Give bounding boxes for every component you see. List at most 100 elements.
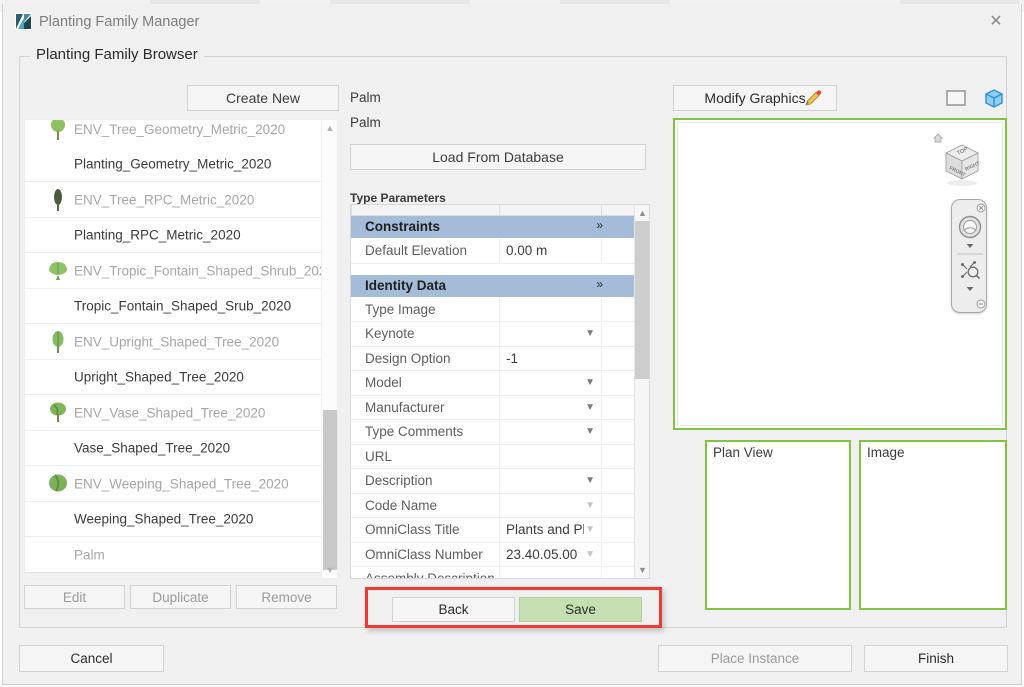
parameter-row[interactable]: Assembly Description <box>351 567 635 579</box>
parameter-end-cell <box>601 322 635 346</box>
parameter-value-cell[interactable] <box>499 298 601 322</box>
parameter-grid-scrollbar[interactable]: ▲ ▼ <box>634 205 649 578</box>
duplicate-button[interactable]: Duplicate <box>130 585 231 609</box>
viewcube-icon[interactable]: TOP FRONT RIGHT <box>924 127 990 189</box>
parameter-value-cell[interactable]: ▼ <box>499 371 601 395</box>
list-item-label: ENV_Tree_RPC_Metric_2020 <box>74 192 254 207</box>
type-parameters-caption: Type Parameters <box>350 191 446 205</box>
list-item[interactable]: Planting_Geometry_Metric_2020 <box>25 146 337 181</box>
parameter-value-cell[interactable]: ▼ <box>499 420 601 444</box>
parameter-row[interactable]: Design Option -1 <box>351 347 635 372</box>
parameter-value-cell[interactable]: ▼ <box>499 396 601 420</box>
parameter-row[interactable]: Model ▼ <box>351 371 635 396</box>
list-item[interactable]: ENV_Tree_Geometry_Metric_2020 <box>25 120 337 146</box>
cancel-button[interactable]: Cancel <box>19 645 164 672</box>
scroll-up-icon[interactable]: ▲ <box>635 205 650 221</box>
parameter-value-cell[interactable]: -1 <box>499 347 601 371</box>
parameter-value-cell[interactable]: 23.40.05.00 ▼ <box>499 543 601 567</box>
list-item[interactable]: Planting_RPC_Metric_2020 <box>25 217 337 252</box>
chevron-down-icon[interactable]: ▼ <box>585 524 595 535</box>
2d-view-toggle[interactable] <box>944 87 968 109</box>
list-item[interactable]: Vase_Shaped_Tree_2020 <box>25 430 337 465</box>
parameter-row[interactable]: Code Name ▼ <box>351 494 635 519</box>
steering-wheel-icon <box>960 217 981 238</box>
image-thumbnail[interactable]: Image <box>859 440 1007 610</box>
pencil-icon <box>804 90 822 108</box>
parameter-row[interactable]: Keynote ▼ <box>351 322 635 347</box>
list-item-label: Vase_Shaped_Tree_2020 <box>74 441 230 456</box>
chevron-up-icon[interactable]: » <box>596 277 603 291</box>
parameter-value-cell[interactable]: 0.00 m <box>499 239 601 263</box>
parameter-value-cell[interactable] <box>499 445 601 469</box>
navigation-bar[interactable] <box>951 199 987 313</box>
scroll-down-icon[interactable]: ▼ <box>635 562 650 578</box>
parameter-row[interactable]: Description ▼ <box>351 469 635 494</box>
parameter-section-header[interactable]: Constraints » <box>351 216 635 239</box>
planting-family-manager-dialog: Planting Family Manager ✕ Planting Famil… <box>2 4 1022 685</box>
chevron-down-icon[interactable]: ▼ <box>585 500 595 511</box>
parameter-row[interactable]: Type Comments ▼ <box>351 420 635 445</box>
list-item-label: ENV_Tropic_Fontain_Shaped_Shrub_2020 <box>74 263 334 278</box>
save-button[interactable]: Save <box>519 597 642 622</box>
parameter-value-cell[interactable]: ▼ <box>499 494 601 518</box>
modify-graphics-label: Modify Graphics <box>704 90 805 106</box>
list-item[interactable]: Palm <box>25 572 337 579</box>
scroll-down-icon[interactable]: ▼ <box>322 562 338 578</box>
shrub-icon <box>45 258 71 284</box>
parameter-row[interactable]: Manufacturer ▼ <box>351 396 635 421</box>
parameter-row[interactable]: Default Elevation 0.00 m <box>351 239 635 264</box>
parameter-section-header[interactable]: Identity Data » <box>351 275 635 298</box>
scrollbar-thumb[interactable] <box>635 221 650 379</box>
image-caption: Image <box>867 445 905 460</box>
type-parameters-grid[interactable]: Constraints » Default Elevation 0.00 m I… <box>350 204 650 579</box>
place-instance-button[interactable]: Place Instance <box>658 645 852 672</box>
parameter-value-cell[interactable]: Plants and Pl ▼ <box>499 518 601 542</box>
list-item[interactable]: Weeping_Shaped_Tree_2020 <box>25 501 337 536</box>
list-item[interactable]: Upright_Shaped_Tree_2020 <box>25 359 337 394</box>
create-new-button[interactable]: Create New <box>187 85 339 111</box>
list-item[interactable]: ENV_Tropic_Fontain_Shaped_Shrub_2020 <box>25 253 337 288</box>
chevron-down-icon[interactable]: ▼ <box>585 549 595 560</box>
chevron-down-icon[interactable]: ▼ <box>585 475 595 486</box>
chevron-up-icon[interactable]: » <box>596 218 603 232</box>
chevron-down-icon <box>967 287 974 291</box>
title-bar: Planting Family Manager ✕ <box>3 4 1021 38</box>
family-list[interactable]: ENV_Tree_Geometry_Metric_2020 Planting_G… <box>24 119 338 579</box>
parameter-value-cell[interactable] <box>499 567 601 579</box>
load-from-database-button[interactable]: Load From Database <box>350 144 646 170</box>
scroll-up-icon[interactable]: ▲ <box>322 120 338 136</box>
remove-button[interactable]: Remove <box>236 585 337 609</box>
parameter-row[interactable]: OmniClass Number 23.40.05.00 ▼ <box>351 543 635 568</box>
list-item[interactable]: Tropic_Fontain_Shaped_Srub_2020 <box>25 288 337 323</box>
parameter-end-cell <box>601 298 635 322</box>
parameter-value-cell[interactable]: ▼ <box>499 322 601 346</box>
plan-view-thumbnail[interactable]: Plan View <box>705 440 851 610</box>
list-item[interactable]: ENV_Tree_RPC_Metric_2020 <box>25 182 337 217</box>
section-title: Identity Data <box>365 278 446 293</box>
edit-button[interactable]: Edit <box>24 585 125 609</box>
rpc-tree-icon <box>45 187 71 213</box>
finish-button[interactable]: Finish <box>864 645 1008 672</box>
3d-canvas[interactable]: TOP FRONT RIGHT <box>677 122 1003 426</box>
parameter-value-cell[interactable]: ▼ <box>499 469 601 493</box>
chevron-down-icon[interactable]: ▼ <box>585 402 595 413</box>
list-item[interactable]: ENV_Weeping_Shaped_Tree_2020 <box>25 466 337 501</box>
parameter-row[interactable]: URL <box>351 445 635 470</box>
list-item[interactable]: Palm <box>25 537 337 572</box>
parameter-row[interactable]: Type Image <box>351 298 635 323</box>
list-item[interactable]: ENV_Upright_Shaped_Tree_2020 <box>25 324 337 359</box>
parameter-row[interactable]: OmniClass Title Plants and Pl ▼ <box>351 518 635 543</box>
list-item[interactable]: ENV_Vase_Shaped_Tree_2020 <box>25 395 337 430</box>
3d-view-toggle[interactable] <box>982 87 1006 109</box>
list-group: ENV_Tropic_Fontain_Shaped_Shrub_2020 Tro… <box>25 253 337 324</box>
close-icon[interactable]: ✕ <box>979 10 1013 34</box>
chevron-down-icon[interactable]: ▼ <box>585 426 595 437</box>
family-list-scrollbar[interactable]: ▲ ▼ <box>321 120 337 578</box>
chevron-down-icon[interactable]: ▼ <box>585 328 595 339</box>
scrollbar-thumb[interactable] <box>323 410 337 570</box>
parameter-end-cell <box>601 347 635 371</box>
modify-graphics-button[interactable]: Modify Graphics <box>673 85 837 111</box>
chevron-down-icon[interactable]: ▼ <box>585 377 595 388</box>
3d-viewport[interactable]: TOP FRONT RIGHT <box>673 118 1007 430</box>
back-button[interactable]: Back <box>392 597 515 622</box>
